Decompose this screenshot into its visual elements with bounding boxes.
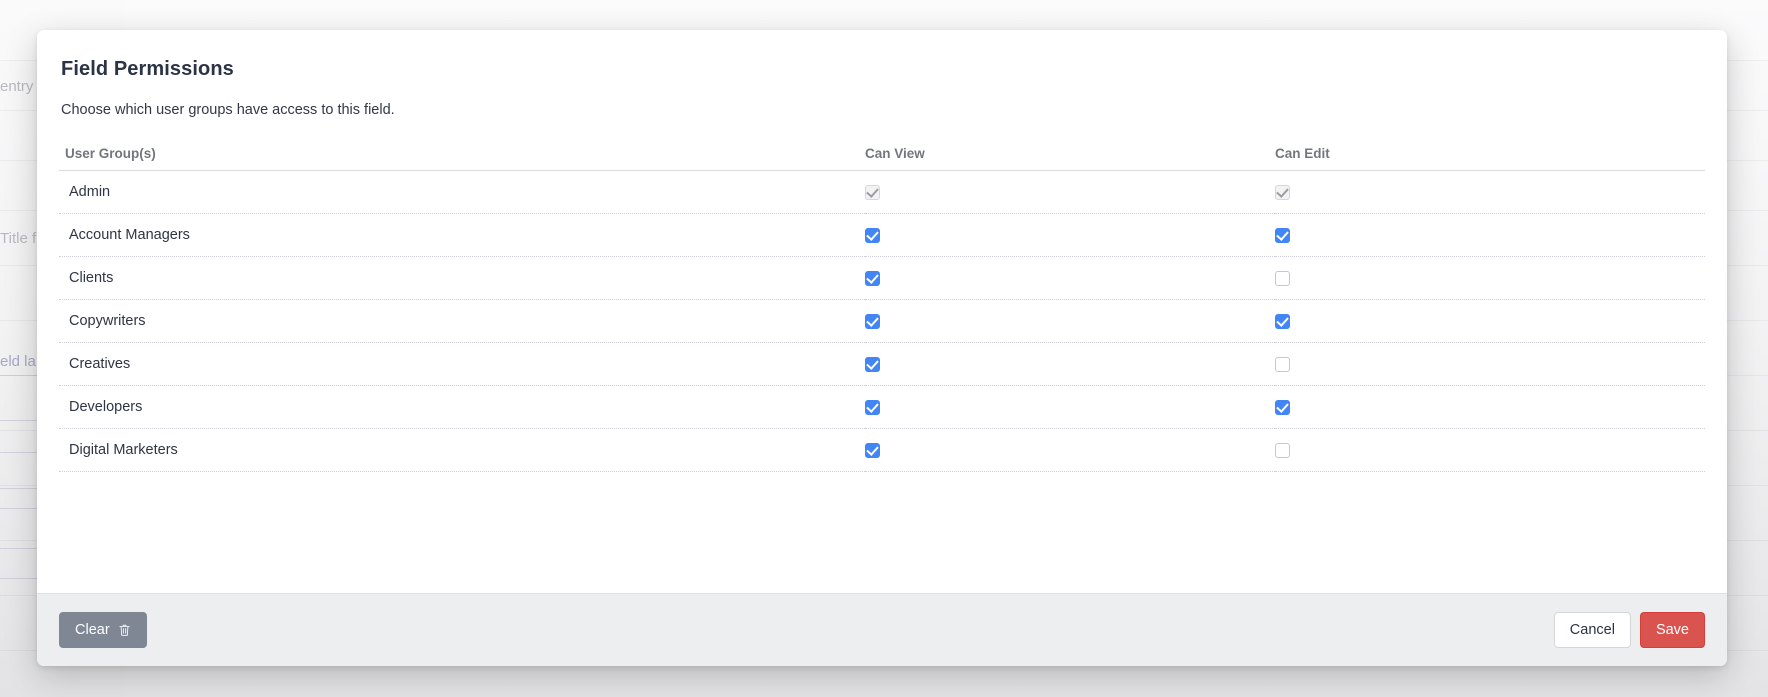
can-edit-cell (1275, 299, 1705, 343)
field-permissions-modal: Field Permissions Choose which user grou… (37, 30, 1727, 666)
checkmark-icon (866, 313, 879, 327)
checkmark-icon (866, 356, 879, 370)
can-view-cell (865, 385, 1275, 429)
can-edit-checkbox[interactable] (1275, 313, 1290, 329)
table-row: Developers (59, 385, 1705, 429)
permissions-table-head: User Group(s) Can View Can Edit (59, 146, 1705, 171)
table-row: Digital Marketers (59, 428, 1705, 472)
table-row: Clients (59, 256, 1705, 300)
permissions-table-body: Admin Account Managers Clients Copywriters C… (59, 170, 1705, 472)
can-edit-cell (1275, 342, 1705, 386)
can-view-checkbox (865, 184, 880, 200)
can-edit-cell (1275, 170, 1705, 214)
can-view-cell (865, 256, 1275, 300)
column-header-can-view: Can View (865, 146, 1275, 171)
table-row: Admin (59, 170, 1705, 214)
checkmark-icon (866, 227, 879, 241)
can-view-checkbox[interactable] (865, 313, 880, 329)
can-edit-checkbox[interactable] (1275, 270, 1290, 286)
can-view-checkbox[interactable] (865, 356, 880, 372)
user-group-label: Account Managers (59, 213, 865, 257)
can-view-cell (865, 213, 1275, 257)
can-edit-checkbox[interactable] (1275, 399, 1290, 415)
clear-button-label: Clear (75, 621, 110, 638)
table-row: Account Managers (59, 213, 1705, 257)
trash-icon (118, 623, 131, 637)
table-header-row: User Group(s) Can View Can Edit (59, 146, 1705, 171)
can-view-cell (865, 170, 1275, 214)
can-edit-checkbox[interactable] (1275, 227, 1290, 243)
can-edit-cell (1275, 428, 1705, 472)
modal-body: Field Permissions Choose which user grou… (37, 30, 1727, 593)
backdrop-label: Title fi (0, 230, 40, 247)
user-group-label: Clients (59, 256, 865, 300)
backdrop-label: entry (0, 78, 34, 95)
checkmark-icon (1276, 399, 1289, 413)
can-edit-checkbox[interactable] (1275, 442, 1290, 458)
user-group-label: Admin (59, 170, 865, 214)
permissions-table: User Group(s) Can View Can Edit Admin Acc… (59, 146, 1705, 472)
footer-actions: Cancel Save (1553, 611, 1705, 649)
can-edit-cell (1275, 256, 1705, 300)
backdrop-label: eld la (0, 353, 36, 370)
user-group-label: Copywriters (59, 299, 865, 343)
column-header-can-edit: Can Edit (1275, 146, 1705, 171)
can-edit-checkbox (1275, 184, 1290, 200)
can-edit-cell (1275, 213, 1705, 257)
checkmark-icon (1276, 227, 1289, 241)
cancel-button[interactable]: Cancel (1553, 611, 1631, 649)
modal-description: Choose which user groups have access to … (61, 102, 395, 118)
column-header-user-groups: User Group(s) (59, 146, 865, 171)
table-row: Copywriters (59, 299, 1705, 343)
modal-footer: Clear Cancel Save (37, 593, 1727, 666)
checkmark-icon (866, 442, 879, 456)
checkmark-icon (866, 184, 879, 198)
checkmark-icon (866, 270, 879, 284)
table-row: Creatives (59, 342, 1705, 386)
checkmark-icon (866, 399, 879, 413)
save-button[interactable]: Save (1639, 611, 1705, 649)
user-group-label: Developers (59, 385, 865, 429)
can-view-cell (865, 299, 1275, 343)
can-view-cell (865, 428, 1275, 472)
can-view-checkbox[interactable] (865, 399, 880, 415)
can-edit-checkbox[interactable] (1275, 356, 1290, 372)
user-group-label: Creatives (59, 342, 865, 386)
can-view-cell (865, 342, 1275, 386)
clear-button[interactable]: Clear (59, 611, 147, 649)
can-view-checkbox[interactable] (865, 442, 880, 458)
checkmark-icon (1276, 313, 1289, 327)
can-view-checkbox[interactable] (865, 227, 880, 243)
user-group-label: Digital Marketers (59, 428, 865, 472)
can-view-checkbox[interactable] (865, 270, 880, 286)
page-title: Field Permissions (61, 58, 234, 80)
can-edit-cell (1275, 385, 1705, 429)
checkmark-icon (1276, 184, 1289, 198)
